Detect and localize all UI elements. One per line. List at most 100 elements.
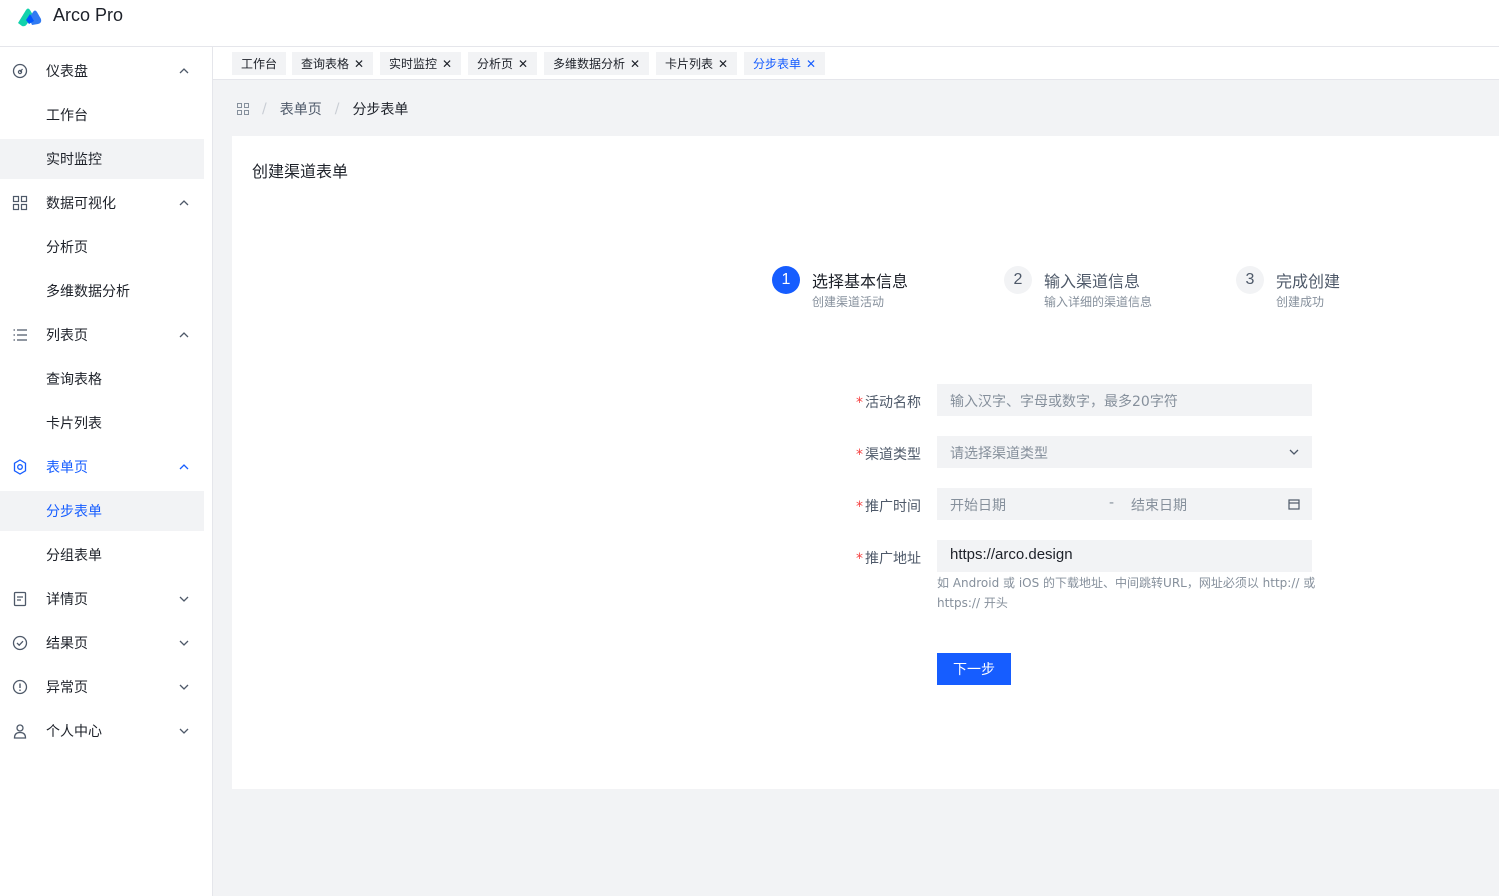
top-navbar: Arco Pro: [0, 0, 1499, 47]
breadcrumb: / 表单页 / 分步表单: [237, 99, 408, 119]
label-text: 推广时间: [865, 499, 921, 515]
tab-monitor[interactable]: 实时监控 ✕: [380, 52, 462, 75]
placeholder: 请选择渠道类型: [950, 446, 1048, 462]
sidebar-item-label: 分组表单: [46, 548, 102, 564]
tab-bar: 工作台 查询表格 ✕ 实时监控 ✕ 分析页 ✕ 多维数据分析 ✕ 卡片列表 ✕ …: [213, 47, 1499, 80]
breadcrumb-separator: /: [334, 101, 340, 117]
range-separator: -: [1109, 495, 1115, 511]
sidebar-item-visualization[interactable]: 数据可视化: [0, 183, 204, 223]
sidebar-item-multi-dimension[interactable]: 多维数据分析: [0, 271, 204, 311]
chevron-down-icon: [179, 640, 189, 646]
close-icon[interactable]: ✕: [442, 57, 452, 71]
sidebar-item-label: 分步表单: [46, 504, 102, 520]
chevron-down-icon: [1289, 449, 1299, 455]
promotion-address-label: * 推广地址: [831, 548, 921, 568]
end-date-input[interactable]: 结束日期: [1131, 495, 1187, 515]
tab-label: 卡片列表: [665, 57, 714, 71]
date-range-picker[interactable]: 开始日期 - 结束日期: [937, 488, 1312, 520]
sidebar-item-dashboard[interactable]: 仪表盘: [0, 51, 204, 91]
sidebar-item-result[interactable]: 结果页: [0, 623, 204, 663]
channel-type-label: * 渠道类型: [831, 444, 921, 464]
required-mark: *: [856, 551, 863, 567]
tab-analysis[interactable]: 分析页 ✕: [468, 52, 538, 75]
sidebar-item-label: 仪表盘: [46, 64, 88, 80]
close-icon[interactable]: ✕: [806, 57, 816, 71]
sidebar-item-workplace[interactable]: 工作台: [0, 95, 204, 135]
tab-label: 查询表格: [301, 57, 350, 71]
check-circle-icon: [12, 635, 28, 651]
sidebar-item-label: 分析页: [46, 240, 88, 256]
start-date-input[interactable]: 开始日期: [950, 495, 1006, 515]
sidebar-item-card-list[interactable]: 卡片列表: [0, 403, 204, 443]
breadcrumb-item[interactable]: 表单页: [280, 99, 322, 119]
sidebar-item-label: 异常页: [46, 680, 88, 696]
tab-label: 工作台: [241, 57, 278, 71]
sidebar: 仪表盘 工作台 实时监控 数据可视化 分析页 多维数据分析 列表页 查询表格 卡…: [0, 47, 213, 896]
tab-label: 分析页: [477, 57, 514, 71]
file-icon: [13, 591, 27, 607]
main-content: 工作台 查询表格 ✕ 实时监控 ✕ 分析页 ✕ 多维数据分析 ✕ 卡片列表 ✕ …: [213, 47, 1499, 896]
sidebar-item-label: 查询表格: [46, 372, 102, 388]
step-number: 2: [1004, 266, 1032, 294]
required-mark: *: [856, 447, 863, 463]
chevron-up-icon: [179, 68, 189, 74]
sidebar-item-label: 列表页: [46, 328, 88, 344]
sidebar-item-analysis[interactable]: 分析页: [0, 227, 204, 267]
next-step-button[interactable]: 下一步: [937, 653, 1011, 685]
sidebar-item-profile[interactable]: 详情页: [0, 579, 204, 619]
apps-icon[interactable]: [237, 103, 249, 115]
form-card: 创建渠道表单 1 选择基本信息 创建渠道活动 2 输入渠道信息 输入详细的渠道信…: [232, 136, 1499, 789]
sidebar-item-group-form[interactable]: 分组表单: [0, 535, 204, 575]
chevron-down-icon: [179, 596, 189, 602]
card-title: 创建渠道表单: [252, 162, 349, 181]
dashboard-icon: [12, 63, 28, 79]
sidebar-item-user[interactable]: 个人中心: [0, 711, 204, 751]
breadcrumb-current: 分步表单: [352, 102, 409, 118]
sidebar-item-label: 工作台: [46, 108, 88, 124]
activity-name-label: * 活动名称: [831, 392, 921, 412]
tab-label: 分步表单: [753, 57, 802, 71]
step-title: 完成创建: [1276, 272, 1341, 291]
close-icon[interactable]: ✕: [518, 57, 528, 71]
step-title: 输入渠道信息: [1044, 272, 1141, 291]
chevron-up-icon: [179, 332, 189, 338]
promotion-address-input[interactable]: https://arco.design: [937, 540, 1312, 572]
chevron-down-icon: [179, 684, 189, 690]
activity-name-input[interactable]: 输入汉字、字母或数字，最多20字符: [937, 384, 1312, 416]
sidebar-item-label: 实时监控: [46, 152, 102, 168]
step-description: 创建渠道活动: [812, 295, 885, 309]
grid-icon: [12, 195, 28, 211]
close-icon[interactable]: ✕: [354, 57, 364, 71]
tab-workplace[interactable]: 工作台: [232, 52, 287, 75]
chevron-up-icon: [179, 200, 189, 206]
sidebar-item-list[interactable]: 列表页: [0, 315, 204, 355]
sidebar-item-monitor[interactable]: 实时监控: [0, 139, 204, 179]
sidebar-item-search-table[interactable]: 查询表格: [0, 359, 204, 399]
step-description: 输入详细的渠道信息: [1044, 295, 1153, 309]
calendar-icon: [1288, 499, 1300, 510]
label-text: 推广地址: [865, 551, 921, 567]
tab-label: 多维数据分析: [553, 57, 626, 71]
tab-step-form[interactable]: 分步表单 ✕: [744, 52, 826, 75]
input-value: https://arco.design: [950, 546, 1073, 563]
label-text: 渠道类型: [865, 447, 921, 463]
sidebar-item-step-form[interactable]: 分步表单: [0, 491, 204, 531]
sidebar-item-form[interactable]: 表单页: [0, 447, 204, 487]
close-icon[interactable]: ✕: [630, 57, 640, 71]
sidebar-item-label: 结果页: [46, 636, 88, 652]
arco-logo-icon: [18, 8, 42, 27]
breadcrumb-separator: /: [262, 101, 267, 117]
close-icon[interactable]: ✕: [718, 57, 728, 71]
tab-search-table[interactable]: 查询表格 ✕: [292, 52, 374, 75]
sidebar-item-label: 多维数据分析: [46, 284, 130, 300]
tab-label: 实时监控: [389, 57, 438, 71]
brand-name: Arco Pro: [53, 5, 124, 25]
tab-multi-dimension[interactable]: 多维数据分析 ✕: [544, 52, 650, 75]
tab-card-list[interactable]: 卡片列表 ✕: [656, 52, 738, 75]
channel-type-select[interactable]: 请选择渠道类型: [937, 436, 1312, 468]
chevron-up-icon: [179, 464, 189, 470]
sidebar-item-label: 数据可视化: [46, 196, 116, 212]
required-mark: *: [856, 499, 863, 515]
sidebar-item-exception[interactable]: 异常页: [0, 667, 204, 707]
chevron-down-icon: [179, 728, 189, 734]
